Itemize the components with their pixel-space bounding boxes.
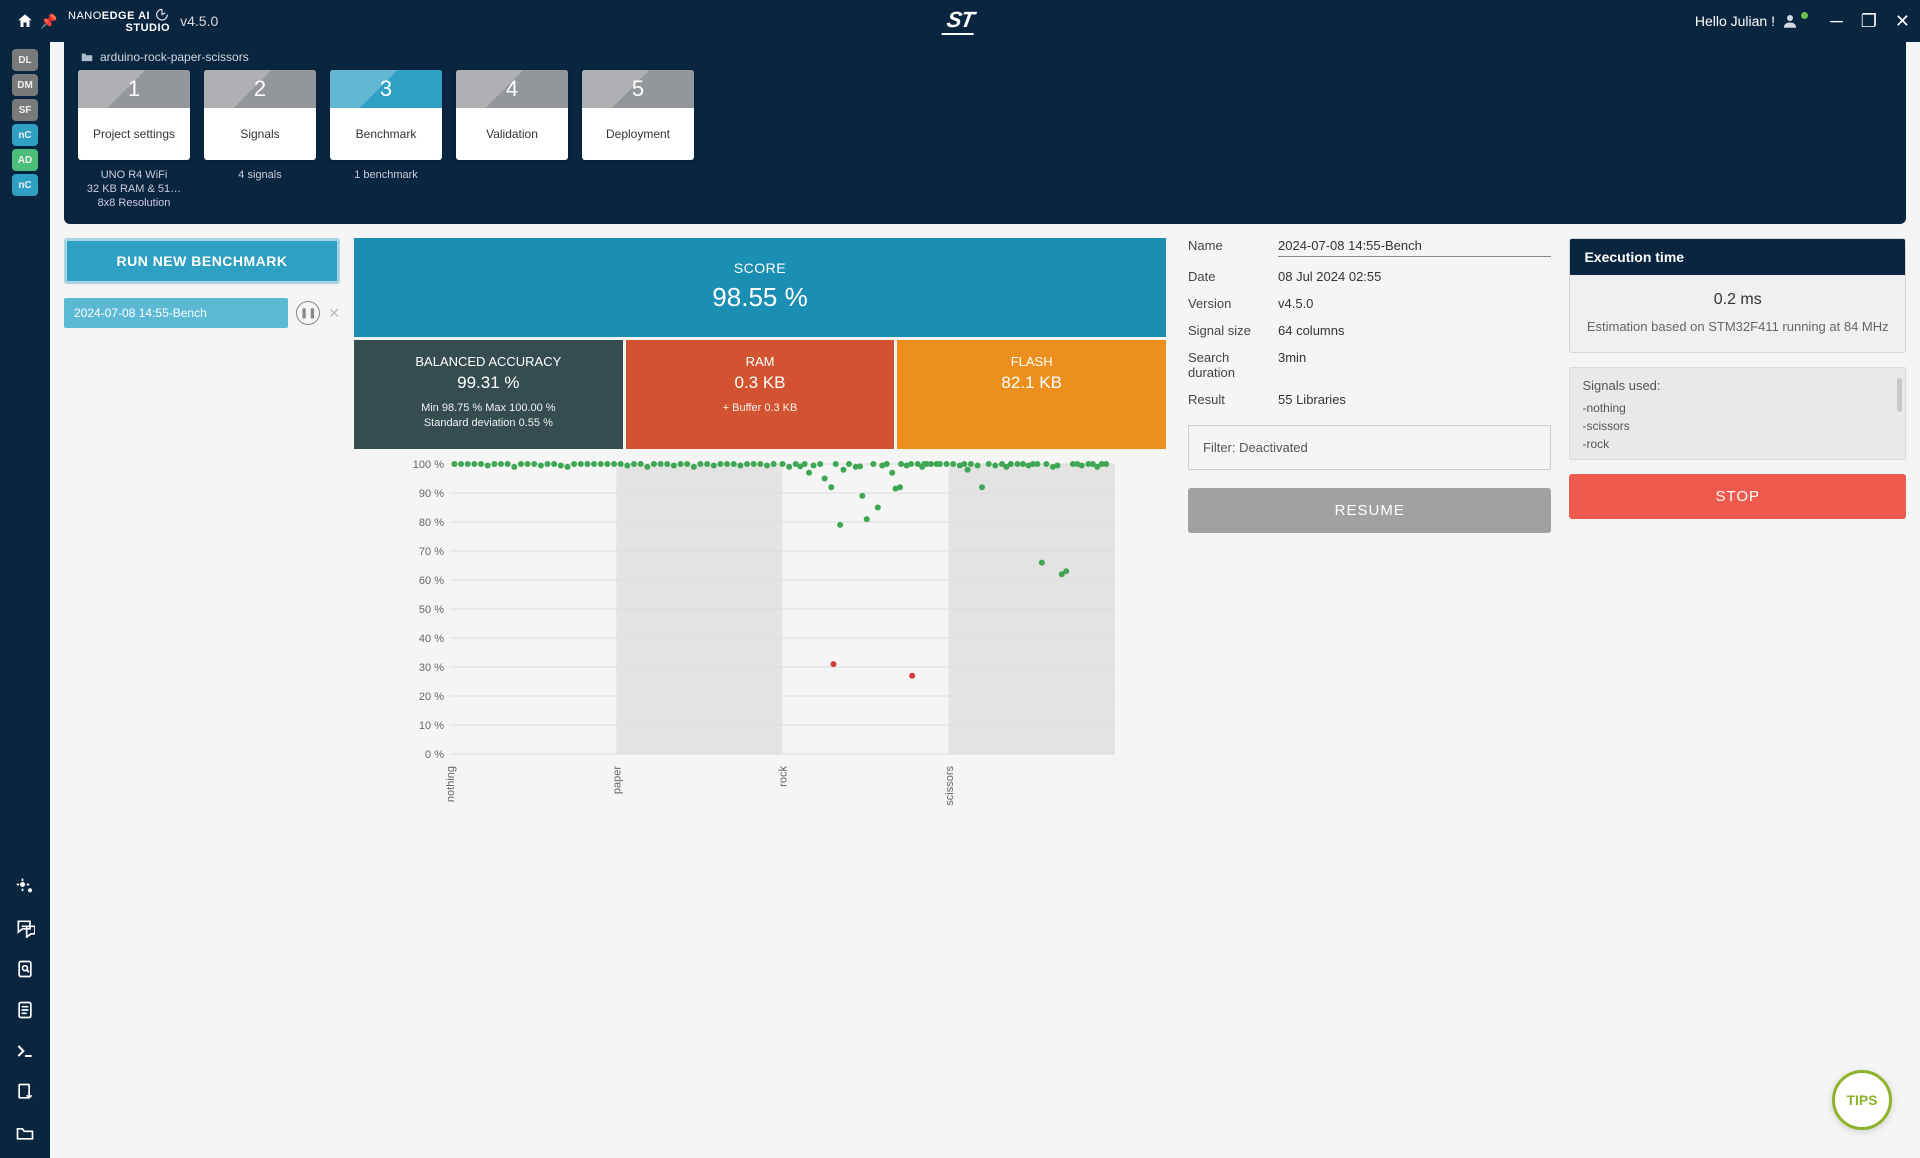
svg-text:rock: rock — [778, 766, 790, 787]
stop-button[interactable]: STOP — [1569, 474, 1906, 519]
accuracy-tile: BALANCED ACCURACY 99.31 % Min 98.75 % Ma… — [354, 340, 623, 449]
app-version: v4.5.0 — [180, 13, 218, 29]
folder-small-icon — [80, 50, 94, 64]
info-key: Result — [1188, 392, 1278, 407]
settings-icon[interactable] — [15, 877, 35, 902]
brand-logo: ST — [944, 7, 976, 35]
svg-text:0 %: 0 % — [425, 749, 444, 761]
svg-text:paper: paper — [611, 766, 623, 794]
step-project-settings[interactable]: 1Project settings — [78, 70, 190, 160]
user-greeting[interactable]: Hello Julian ! — [1695, 12, 1812, 30]
signals-title: Signals used: — [1582, 378, 1893, 393]
folder-icon[interactable] — [15, 1123, 35, 1148]
sidebar-project-ad[interactable]: AD — [12, 149, 38, 171]
sidebar-project-dl[interactable]: DL — [12, 49, 38, 71]
svg-text:50 %: 50 % — [419, 604, 444, 616]
svg-text:30 %: 30 % — [419, 662, 444, 674]
score-tile: SCORE 98.55 % — [354, 238, 1166, 337]
header-block: arduino-rock-paper-scissors 1Project set… — [64, 42, 1906, 224]
info-value: v4.5.0 — [1278, 296, 1551, 311]
step-sub: 4 signals — [238, 168, 281, 182]
score-label: SCORE — [354, 260, 1166, 276]
chat-icon[interactable] — [15, 918, 35, 943]
close-button[interactable]: ✕ — [1895, 11, 1910, 32]
home-icon[interactable] — [10, 12, 40, 30]
svg-text:80 %: 80 % — [419, 517, 444, 529]
info-key: Signal size — [1188, 323, 1278, 338]
info-value: 08 Jul 2024 02:55 — [1278, 269, 1551, 284]
sidebar-project-sf[interactable]: SF — [12, 99, 38, 121]
info-value: 55 Libraries — [1278, 392, 1551, 407]
signal-item: -nothing — [1582, 401, 1893, 415]
left-sidebar: DL DM SF nC AD nC — [0, 42, 50, 1158]
minimize-button[interactable]: ─ — [1830, 11, 1843, 32]
svg-text:nothing: nothing — [445, 766, 457, 802]
terminal-icon[interactable] — [15, 1041, 35, 1066]
filter-box[interactable]: Filter: Deactivated — [1188, 425, 1551, 470]
step-benchmark[interactable]: 3Benchmark — [330, 70, 442, 160]
step-validation[interactable]: 4Validation — [456, 70, 568, 160]
execution-title: Execution time — [1570, 239, 1905, 275]
svg-text:scissors: scissors — [944, 766, 956, 806]
resume-button[interactable]: RESUME — [1188, 488, 1551, 533]
info-key: Date — [1188, 269, 1278, 284]
flash-tile: FLASH 82.1 KB — [897, 340, 1166, 449]
sidebar-project-nc[interactable]: nC — [12, 124, 38, 146]
svg-text:40 %: 40 % — [419, 633, 444, 645]
step-sub: 1 benchmark — [354, 168, 418, 182]
benchmark-chart: 0 % 10 % 20 % 30 % 40 % 50 % 60 % 70 % 80 % 90 % 1… — [354, 459, 1166, 814]
file-upload-icon[interactable] — [15, 1082, 35, 1107]
pause-button[interactable]: ❚❚ — [296, 301, 320, 325]
signal-item: -rock — [1582, 437, 1893, 451]
user-icon — [1781, 12, 1799, 30]
svg-text:20 %: 20 % — [419, 691, 444, 703]
run-benchmark-button[interactable]: RUN NEW BENCHMARK — [64, 238, 340, 284]
info-key: Search duration — [1188, 350, 1278, 380]
svg-text:100 %: 100 % — [413, 459, 444, 471]
scrollbar-thumb[interactable] — [1897, 378, 1902, 412]
info-value: 3min — [1278, 350, 1551, 380]
info-key: Version — [1188, 296, 1278, 311]
execution-value: 0.2 ms — [1584, 291, 1891, 309]
score-value: 98.55 % — [354, 282, 1166, 313]
sidebar-project-dm[interactable]: DM — [12, 74, 38, 96]
document-icon[interactable] — [15, 1000, 35, 1025]
info-value[interactable]: 2024-07-08 14:55-Bench — [1278, 238, 1551, 257]
svg-text:70 %: 70 % — [419, 546, 444, 558]
info-key: Name — [1188, 238, 1278, 257]
maximize-button[interactable]: ❐ — [1861, 11, 1877, 32]
signal-item: -scissors — [1582, 419, 1893, 433]
svg-text:90 %: 90 % — [419, 488, 444, 500]
breadcrumb[interactable]: arduino-rock-paper-scissors — [80, 50, 1892, 64]
titlebar: 📌 NANOEDGE AI STUDIO v4.5.0 ST Hello Jul… — [0, 0, 1920, 42]
close-chip-button[interactable]: ✕ — [328, 305, 340, 322]
signals-card: Signals used: -nothing -scissors -rock — [1569, 367, 1906, 460]
execution-card: Execution time 0.2 ms Estimation based o… — [1569, 238, 1906, 353]
sidebar-project-nc[interactable]: nC — [12, 174, 38, 196]
execution-note: Estimation based on STM32F411 running at… — [1584, 319, 1891, 334]
svg-text:10 %: 10 % — [419, 720, 444, 732]
step-deployment[interactable]: 5Deployment — [582, 70, 694, 160]
info-grid: Name2024-07-08 14:55-BenchDate08 Jul 202… — [1188, 238, 1551, 407]
ram-tile: RAM 0.3 KB + Buffer 0.3 KB — [626, 340, 895, 449]
tips-button[interactable]: TIPS — [1832, 1070, 1892, 1130]
step-sub: UNO R4 WiFi32 KB RAM & 51…8x8 Resolution — [87, 168, 181, 210]
breadcrumb-label: arduino-rock-paper-scissors — [100, 50, 249, 64]
step-signals[interactable]: 2Signals — [204, 70, 316, 160]
search-doc-icon[interactable] — [15, 959, 35, 984]
info-value: 64 columns — [1278, 323, 1551, 338]
status-dot-icon — [1801, 12, 1808, 19]
app-logo: NANOEDGE AI STUDIO — [68, 8, 170, 34]
benchmark-chip[interactable]: 2024-07-08 14:55-Bench — [64, 298, 288, 328]
pin-icon[interactable]: 📌 — [40, 13, 60, 30]
svg-text:60 %: 60 % — [419, 575, 444, 587]
